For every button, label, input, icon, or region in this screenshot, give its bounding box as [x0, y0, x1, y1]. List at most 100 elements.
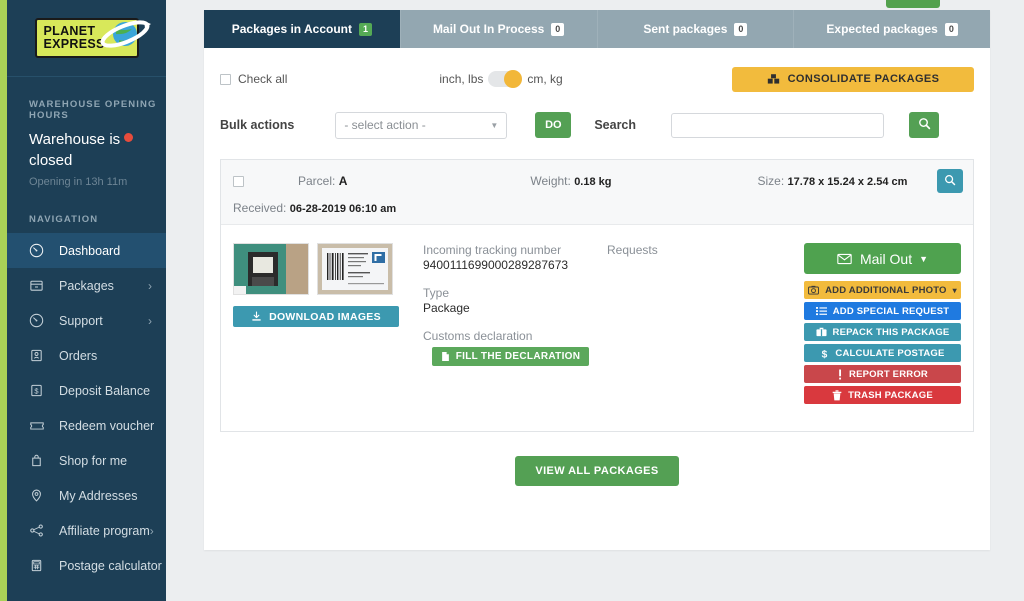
do-button[interactable]: DO	[535, 112, 572, 138]
package-details-button[interactable]	[937, 169, 963, 193]
consolidate-icon	[767, 73, 780, 86]
consolidate-packages-button[interactable]: CONSOLIDATE PACKAGES	[732, 66, 974, 92]
tracking-group: Incoming tracking number 940011169900028…	[423, 243, 605, 272]
package-card: Parcel: A Weight: 0.18 kg Size: 17.78 x …	[220, 159, 974, 432]
sidebar-item-label: My Addresses	[59, 488, 138, 503]
toolbar-row-top: Check all inch, lbs cm, kg CONSOLIDATE P…	[220, 64, 974, 94]
top-strip	[204, 0, 988, 10]
sidebar-item-redeem-voucher[interactable]: Redeem voucher	[7, 408, 166, 443]
calculator-icon	[29, 558, 49, 574]
size-field: Size: 17.78 x 15.24 x 2.54 cm	[758, 174, 908, 188]
customs-group: Customs declaration FILL THE DECLARATION	[423, 329, 605, 366]
download-images-button[interactable]: DOWNLOAD IMAGES	[233, 306, 399, 327]
sidebar-item-label: Redeem voucher	[59, 418, 155, 433]
chevron-right-icon: ›	[149, 523, 154, 538]
add-additional-photo-button[interactable]: ADD ADDITIONAL PHOTO ▾	[804, 281, 961, 299]
package-images: DOWNLOAD IMAGES	[233, 243, 401, 407]
search-icon	[918, 117, 931, 133]
add-special-request-button[interactable]: ADD SPECIAL REQUEST	[804, 302, 961, 320]
sidebar-item-label: Postage calculator	[59, 558, 162, 573]
packages-tabs: Packages in Account 1 Mail Out In Proces…	[204, 10, 990, 48]
action-label: TRASH PACKAGE	[848, 389, 933, 401]
package-photo-thumbnail[interactable]	[233, 243, 309, 295]
chevron-right-icon: ›	[148, 278, 152, 293]
tab-sent-packages[interactable]: Sent packages 0	[597, 10, 795, 48]
tab-packages-in-account[interactable]: Packages in Account 1	[204, 10, 401, 48]
sidebar-item-shop-for-me[interactable]: Shop for me	[7, 443, 166, 478]
label-photo-thumbnail[interactable]	[317, 243, 393, 295]
sidebar-item-dashboard[interactable]: Dashboard	[7, 233, 166, 268]
unit-toggle-switch[interactable]	[488, 70, 523, 88]
sidebar-item-postage-calculator[interactable]: Postage calculator	[7, 548, 166, 583]
sidebar-item-label: Packages	[59, 278, 114, 293]
toolbar-row-bottom: Bulk actions - select action - ▼ DO Sear…	[220, 110, 974, 140]
package-select-checkbox[interactable]	[233, 175, 244, 187]
box-icon	[29, 278, 49, 294]
chevron-right-icon: ›	[148, 313, 152, 328]
customs-label: Customs declaration	[423, 329, 533, 343]
camera-icon	[808, 285, 820, 295]
action-label: CALCULATE POSTAGE	[835, 347, 945, 359]
sitemap-icon	[29, 523, 49, 539]
suitcase-icon	[816, 327, 827, 337]
sidebar-item-affiliate-program[interactable]: Affiliate program ›	[7, 513, 166, 548]
consolidate-label: CONSOLIDATE PACKAGES	[787, 73, 940, 85]
download-icon	[251, 311, 262, 322]
sidebar-item-label: Affiliate program	[59, 523, 150, 538]
sidebar-item-label: Support	[59, 313, 103, 328]
check-all-checkbox[interactable]	[220, 73, 231, 85]
search-submit-button[interactable]	[909, 112, 940, 138]
size-value: 17.78 x 15.24 x 2.54 cm	[787, 176, 908, 188]
sidebar-item-my-addresses[interactable]: My Addresses	[7, 478, 166, 513]
mail-out-button[interactable]: Mail Out ▼	[804, 243, 961, 274]
repack-this-package-button[interactable]: REPACK THIS PACKAGE	[804, 323, 961, 341]
tracking-label: Incoming tracking number	[423, 243, 562, 257]
warehouse-status-text: Warehouse is	[29, 131, 121, 148]
tab-expected-packages[interactable]: Expected packages 0	[794, 10, 990, 48]
package-requests: Requests	[607, 243, 775, 407]
tab-count-badge: 0	[944, 22, 958, 36]
money-bill-icon: $	[29, 383, 49, 399]
package-details: Incoming tracking number 940011169900028…	[423, 243, 605, 407]
logo-badge: PLANET EXPRESS	[34, 18, 151, 58]
bulk-actions-select[interactable]: - select action - ▼	[335, 111, 508, 139]
report-error-button[interactable]: REPORT ERROR	[804, 365, 961, 383]
action-label: ADD SPECIAL REQUEST	[832, 305, 950, 317]
sidebar-item-support[interactable]: Support ›	[7, 303, 166, 338]
parcel-value: A	[338, 174, 348, 188]
calculate-postage-button[interactable]: $ CALCULATE POSTAGE	[804, 344, 961, 362]
package-card-header: Parcel: A Weight: 0.18 kg Size: 17.78 x …	[221, 160, 973, 225]
sidebar-item-orders[interactable]: Orders	[7, 338, 166, 373]
fill-declaration-button[interactable]: FILL THE DECLARATION	[432, 347, 589, 366]
weight-label: Weight:	[530, 174, 571, 188]
check-all-control[interactable]: Check all	[220, 72, 287, 86]
exclamation-icon	[837, 369, 843, 380]
top-action-button[interactable]	[886, 0, 940, 8]
bulk-actions-value: - select action -	[344, 118, 426, 132]
download-images-label: DOWNLOAD IMAGES	[269, 310, 381, 323]
gauge-icon	[29, 313, 49, 329]
map-pin-icon	[29, 488, 49, 504]
tab-count-badge: 0	[734, 22, 748, 36]
unit-toggle-control[interactable]: inch, lbs cm, kg	[439, 70, 563, 88]
search-input[interactable]	[671, 112, 885, 138]
check-all-label: Check all	[238, 72, 288, 86]
action-label: REPORT ERROR	[849, 368, 928, 380]
view-all-packages-button[interactable]: VIEW ALL PACKAGES	[515, 456, 679, 486]
tab-label: Expected packages	[826, 22, 938, 36]
account-section-title: My account	[7, 583, 166, 601]
trash-package-button[interactable]: TRASH PACKAGE	[804, 386, 961, 404]
tab-mail-out-in-process[interactable]: Mail Out In Process 0	[400, 10, 598, 48]
document-icon	[441, 351, 450, 362]
package-card-body: DOWNLOAD IMAGES Incoming tracking number…	[221, 225, 973, 431]
type-label: Type	[423, 286, 450, 300]
sidebar-item-packages[interactable]: Packages ›	[7, 268, 166, 303]
unit-imperial-label: inch, lbs	[439, 72, 484, 86]
tracking-value: 9400111699000289287673	[423, 258, 569, 272]
type-group: Type Package	[423, 286, 605, 315]
brand-logo[interactable]: PLANET EXPRESS	[7, 0, 166, 77]
action-label: ADD ADDITIONAL PHOTO	[825, 284, 947, 296]
sidebar-item-deposit-balance[interactable]: $ Deposit Balance	[7, 373, 166, 408]
tab-count-badge: 1	[359, 22, 372, 36]
app-root: PLANET EXPRESS Warehouse opening hours W…	[0, 0, 1024, 601]
